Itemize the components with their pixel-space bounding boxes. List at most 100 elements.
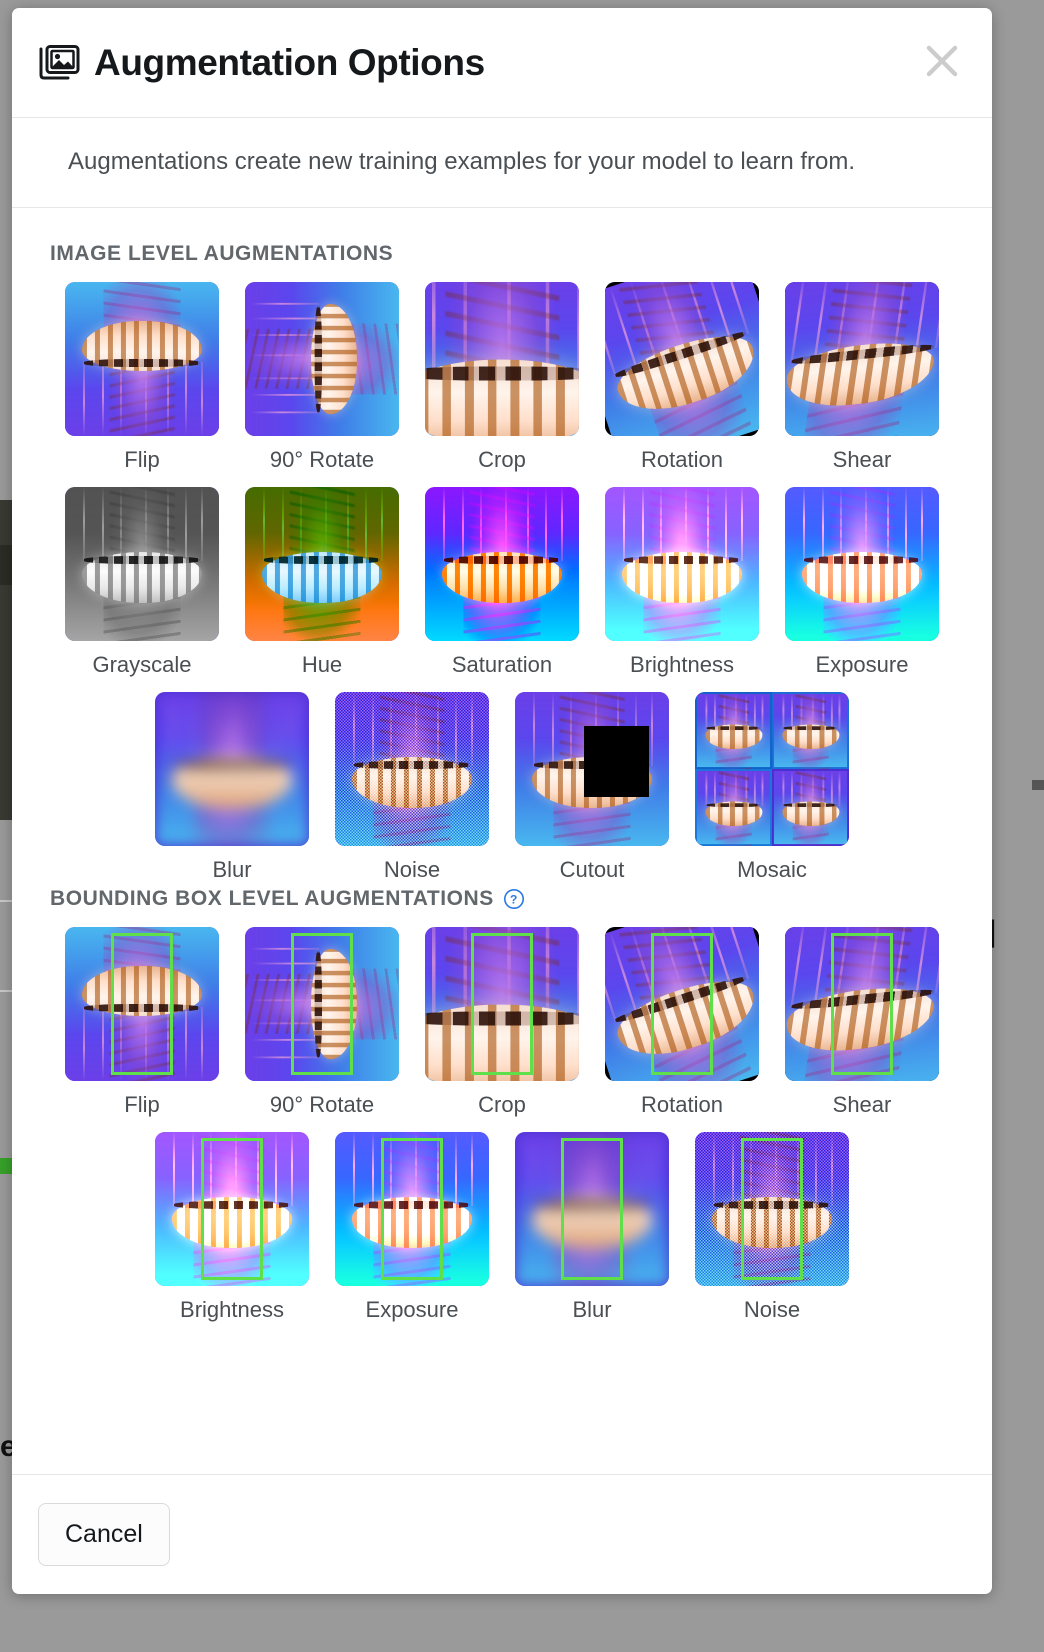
augmentation-label: Flip: [124, 447, 160, 473]
jellyfish-graphic: [155, 692, 309, 847]
augmentation-label: Brightness: [180, 1297, 284, 1323]
augmentation-thumbnail[interactable]: [65, 927, 219, 1082]
augmentation-label: Crop: [478, 1092, 526, 1118]
backdrop-tile: [0, 545, 12, 585]
augmentation-option-blur[interactable]: Blur: [153, 692, 311, 881]
augmentation-thumbnail[interactable]: [695, 692, 849, 847]
augmentation-thumbnail[interactable]: [65, 282, 219, 437]
jellyfish-graphic: [425, 927, 579, 1082]
jellyfish-graphic: [785, 487, 939, 642]
augmentation-label: Rotation: [641, 447, 723, 473]
augmentation-option-exposure[interactable]: Exposure: [333, 1132, 491, 1321]
augmentation-option-saturation[interactable]: Saturation: [423, 487, 581, 676]
section-heading-label: BOUNDING BOX LEVEL AUGMENTATIONS: [50, 887, 494, 911]
svg-text:?: ?: [510, 893, 518, 907]
augmentation-thumbnail[interactable]: [605, 487, 759, 642]
augmentation-option-rotation[interactable]: Rotation: [603, 927, 761, 1116]
mosaic-grid: [695, 692, 849, 847]
jellyfish-graphic: [245, 487, 399, 642]
augmentation-label: Exposure: [815, 652, 909, 678]
augmentation-label: Noise: [383, 857, 441, 883]
augmentation-thumbnail[interactable]: [785, 282, 939, 437]
close-button[interactable]: [918, 39, 966, 87]
jellyfish-graphic: [605, 927, 759, 1082]
augmentation-thumbnail[interactable]: [425, 927, 579, 1082]
section-heading-image-level: IMAGE LEVEL AUGMENTATIONS: [50, 242, 966, 266]
augmentation-option-90-rotate[interactable]: 90° Rotate: [243, 282, 401, 471]
jellyfish-graphic: [245, 927, 399, 1082]
augmentation-option-cutout[interactable]: Cutout: [513, 692, 671, 881]
augmentation-option-brightness[interactable]: Brightness: [603, 487, 761, 676]
augmentation-label: Hue: [301, 652, 343, 678]
close-icon: [923, 42, 961, 83]
augmentation-label: Shear: [832, 447, 892, 473]
augmentation-option-brightness[interactable]: Brightness: [153, 1132, 311, 1321]
modal-subtitle-bar: Augmentations create new training exampl…: [12, 118, 992, 209]
page-title: Augmentation Options: [94, 42, 485, 83]
augmentation-thumbnail[interactable]: [425, 282, 579, 437]
augmentation-row: Flip 90° Rotate Crop Rotation Shear: [38, 927, 966, 1116]
modal-description: Augmentations create new training exampl…: [68, 148, 856, 175]
augmentation-label: 90° Rotate: [269, 1092, 375, 1118]
jellyfish-graphic: [773, 769, 848, 847]
cancel-button[interactable]: Cancel: [38, 1503, 170, 1566]
augmentation-thumbnail[interactable]: [155, 692, 309, 847]
augmentation-option-shear[interactable]: Shear: [783, 927, 941, 1116]
augmentation-option-exposure[interactable]: Exposure: [783, 487, 941, 676]
augmentation-thumbnail[interactable]: [335, 1132, 489, 1287]
augmentation-option-noise[interactable]: Noise: [333, 692, 491, 881]
augmentation-thumbnail[interactable]: [335, 692, 489, 847]
augmentation-label: Grayscale: [92, 652, 192, 678]
augmentation-thumbnail[interactable]: [515, 1132, 669, 1287]
images-icon: [38, 44, 80, 81]
augmentation-label: Rotation: [641, 1092, 723, 1118]
section-heading-label: IMAGE LEVEL AUGMENTATIONS: [50, 242, 394, 266]
augmentation-thumbnail[interactable]: [155, 1132, 309, 1287]
jellyfish-graphic: [785, 927, 939, 1082]
backdrop-thumbnail-strip: [0, 660, 12, 820]
augmentation-option-rotation[interactable]: Rotation: [603, 282, 761, 471]
augmentation-thumbnail[interactable]: [785, 487, 939, 642]
augmentation-options-modal: Augmentation Options Augmentations creat…: [12, 8, 992, 1594]
augmentation-thumbnail[interactable]: [245, 282, 399, 437]
augmentation-row: Blur Noise Cutout Mosaic: [38, 692, 966, 881]
augmentation-label: Crop: [478, 447, 526, 473]
help-circle-icon[interactable]: ?: [503, 888, 525, 910]
augmentation-option-90-rotate[interactable]: 90° Rotate: [243, 927, 401, 1116]
augmentation-label: Blur: [212, 857, 252, 883]
jellyfish-graphic: [155, 1132, 309, 1287]
augmentation-option-noise[interactable]: Noise: [693, 1132, 851, 1321]
augmentation-thumbnail[interactable]: [425, 487, 579, 642]
augmentation-label: Exposure: [365, 1297, 459, 1323]
noise-overlay: [335, 692, 489, 847]
augmentation-thumbnail[interactable]: [515, 692, 669, 847]
augmentation-label: 90° Rotate: [269, 447, 375, 473]
augmentation-option-blur[interactable]: Blur: [513, 1132, 671, 1321]
augmentation-thumbnail[interactable]: [605, 282, 759, 437]
backdrop-scrollbar[interactable]: [1032, 780, 1044, 790]
backdrop-divider: [0, 990, 12, 992]
augmentation-option-shear[interactable]: Shear: [783, 282, 941, 471]
jellyfish-graphic: [65, 487, 219, 642]
augmentation-option-flip[interactable]: Flip: [63, 282, 221, 471]
modal-header: Augmentation Options: [12, 8, 992, 118]
section-heading-bbox-level: BOUNDING BOX LEVEL AUGMENTATIONS ?: [50, 887, 966, 911]
augmentation-thumbnail[interactable]: [605, 927, 759, 1082]
augmentation-row: Brightness Exposure Blur Noise: [38, 1132, 966, 1321]
augmentation-option-hue[interactable]: Hue: [243, 487, 401, 676]
augmentation-option-crop[interactable]: Crop: [423, 282, 581, 471]
augmentation-thumbnail[interactable]: [245, 927, 399, 1082]
augmentation-thumbnail[interactable]: [245, 487, 399, 642]
augmentation-option-crop[interactable]: Crop: [423, 927, 581, 1116]
augmentation-option-flip[interactable]: Flip: [63, 927, 221, 1116]
augmentation-thumbnail[interactable]: [785, 927, 939, 1082]
jellyfish-graphic: [785, 282, 939, 437]
backdrop-thumbnail-strip: [0, 500, 12, 670]
augmentation-label: Brightness: [630, 652, 734, 678]
augmentation-thumbnail[interactable]: [65, 487, 219, 642]
augmentation-option-grayscale[interactable]: Grayscale: [63, 487, 221, 676]
augmentation-option-mosaic[interactable]: Mosaic: [693, 692, 851, 881]
jellyfish-graphic: [65, 927, 219, 1082]
augmentation-thumbnail[interactable]: [695, 1132, 849, 1287]
augmentation-label: Flip: [124, 1092, 160, 1118]
